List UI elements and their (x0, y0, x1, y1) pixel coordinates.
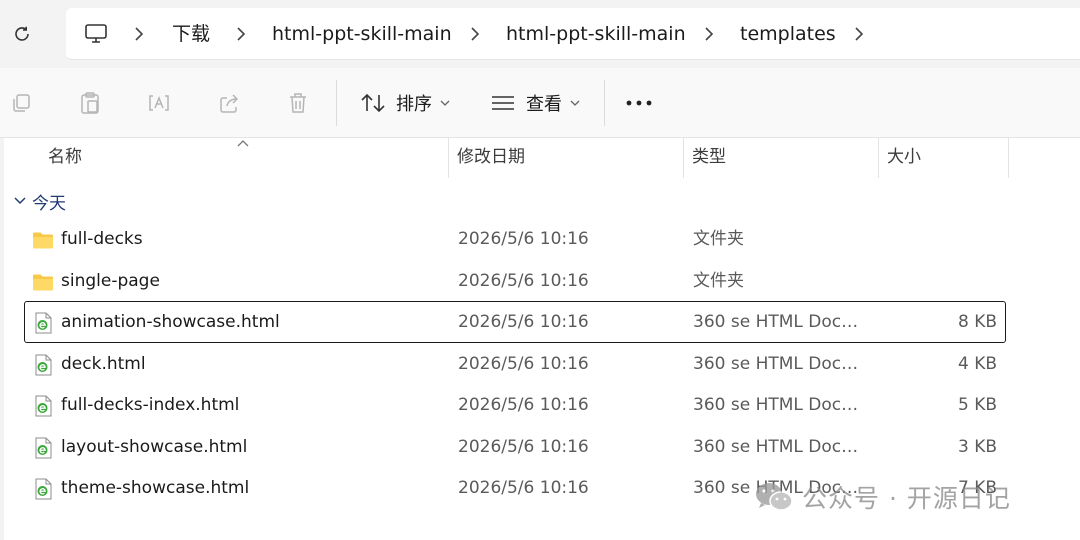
refresh-button[interactable] (6, 18, 38, 50)
navigation-pane-edge (0, 138, 4, 540)
chevron-down-icon (440, 100, 450, 106)
toolbar-divider (336, 80, 337, 126)
html-file-icon (31, 477, 55, 501)
more-options-button[interactable] (622, 90, 656, 116)
file-type: 文件夹 (693, 229, 744, 249)
watermark: 公众号 · 开源日记 (754, 478, 1011, 516)
file-size: 5 KB (957, 395, 997, 415)
share-icon (220, 94, 239, 113)
breadcrumb-chevron-icon[interactable] (234, 22, 248, 46)
file-row[interactable]: deck.html 2026/5/6 10:16 360 se HTML Doc… (24, 343, 1006, 385)
column-size[interactable]: 大小 (877, 138, 1007, 178)
toolbar-divider (604, 80, 605, 126)
breadcrumb[interactable]: 下载 html-ppt-skill-main html-ppt-skill-ma… (66, 8, 1080, 60)
breadcrumb-chevron-icon[interactable] (468, 22, 482, 46)
file-date: 2026/5/6 10:16 (458, 229, 589, 249)
file-date: 2026/5/6 10:16 (458, 270, 589, 291)
this-pc-button[interactable] (82, 20, 110, 48)
file-size: 4 KB (957, 353, 997, 374)
file-date: 2026/5/6 10:16 (458, 353, 589, 374)
command-bar: 排序 查看 (0, 68, 1080, 138)
file-name: full-decks (61, 229, 143, 249)
wechat-icon (756, 483, 793, 511)
sort-icon (361, 93, 385, 113)
file-size: 8 KB (957, 312, 997, 332)
view-list-icon (492, 96, 514, 110)
copy-button[interactable] (8, 90, 34, 116)
computer-icon (85, 24, 107, 43)
group-label: 今天 (32, 193, 66, 214)
file-name: full-decks-index.html (61, 395, 240, 415)
rename-button[interactable] (146, 90, 172, 116)
group-header-today[interactable]: 今天 (14, 188, 66, 214)
share-button[interactable] (216, 90, 242, 116)
file-type: 360 se HTML Docu... (693, 436, 865, 457)
trash-icon (290, 93, 306, 113)
file-date: 2026/5/6 10:16 (458, 436, 589, 457)
view-button[interactable]: 查看 (490, 86, 580, 120)
more-dots-icon (626, 100, 652, 106)
file-type: 360 se HTML Docu... (693, 395, 865, 415)
column-type[interactable]: 类型 (682, 138, 878, 178)
refresh-icon (15, 26, 29, 41)
file-type: 360 se HTML Docu... (693, 353, 865, 374)
rename-icon (149, 95, 169, 111)
breadcrumb-chevron-icon[interactable] (852, 22, 866, 46)
html-file-icon (31, 311, 55, 335)
folder-icon (31, 270, 55, 294)
folder-icon (31, 228, 55, 252)
breadcrumb-item-downloads[interactable]: 下载 (172, 20, 210, 48)
column-date-modified[interactable]: 修改日期 (447, 138, 683, 178)
html-file-icon (31, 436, 55, 460)
watermark-text: 公众号 · 开源日记 (802, 484, 1011, 513)
column-name[interactable]: 名称 (38, 138, 448, 178)
file-row[interactable]: full-decks-index.html 2026/5/6 10:16 360… (24, 384, 1006, 426)
column-header: 名称 修改日期 类型 大小 (0, 138, 1080, 178)
breadcrumb-item-project[interactable]: html-ppt-skill-main (272, 20, 452, 48)
file-type: 文件夹 (693, 270, 744, 291)
file-row[interactable]: animation-showcase.html 2026/5/6 10:16 3… (24, 301, 1006, 343)
file-name: layout-showcase.html (61, 436, 248, 457)
html-file-icon (31, 394, 55, 418)
breadcrumb-chevron-icon[interactable] (702, 22, 716, 46)
file-name: single-page (61, 270, 160, 291)
file-date: 2026/5/6 10:16 (458, 312, 589, 332)
file-date: 2026/5/6 10:16 (458, 395, 589, 415)
file-date: 2026/5/6 10:16 (458, 478, 589, 498)
paste-icon (81, 92, 99, 114)
file-type: 360 se HTML Docu... (693, 312, 865, 332)
file-row[interactable]: full-decks 2026/5/6 10:16 文件夹 (24, 218, 1006, 260)
paste-button[interactable] (77, 90, 103, 116)
sort-button[interactable]: 排序 (360, 86, 450, 120)
html-file-icon (31, 353, 55, 377)
view-button-label: 查看 (526, 94, 562, 115)
delete-button[interactable] (285, 90, 311, 116)
breadcrumb-chevron-icon[interactable] (132, 22, 146, 46)
address-bar: 下载 html-ppt-skill-main html-ppt-skill-ma… (0, 0, 1080, 68)
breadcrumb-item-project-inner[interactable]: html-ppt-skill-main (506, 20, 686, 48)
file-list: full-decks 2026/5/6 10:16 文件夹 single-pag… (24, 218, 1006, 509)
file-name: deck.html (61, 353, 146, 374)
column-divider[interactable] (1008, 138, 1009, 178)
file-row[interactable]: layout-showcase.html 2026/5/6 10:16 360 … (24, 426, 1006, 468)
file-name: animation-showcase.html (61, 312, 280, 332)
file-size: 3 KB (957, 436, 997, 457)
copy-icon (13, 94, 30, 112)
file-name: theme-showcase.html (61, 478, 250, 498)
file-row[interactable]: single-page 2026/5/6 10:16 文件夹 (24, 260, 1006, 302)
chevron-down-icon (570, 100, 580, 106)
breadcrumb-item-templates[interactable]: templates (740, 20, 836, 48)
chevron-down-icon (14, 197, 26, 205)
sort-button-label: 排序 (396, 94, 432, 115)
